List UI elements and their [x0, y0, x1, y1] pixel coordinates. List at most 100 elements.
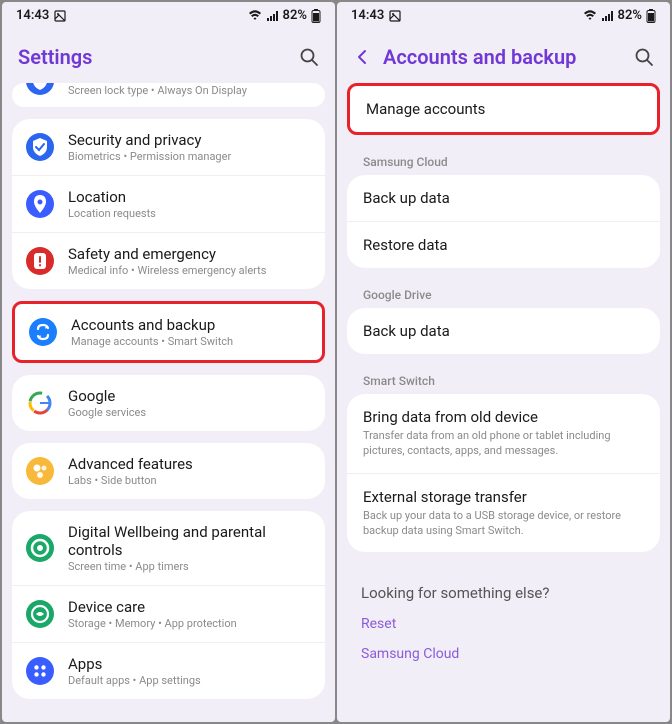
- section-label: Samsung Cloud: [347, 147, 660, 175]
- settings-item[interactable]: Advanced featuresLabs • Side button: [12, 443, 325, 499]
- signal-icon: [266, 10, 279, 21]
- item-title: Security and privacy: [68, 131, 311, 149]
- settings-item[interactable]: LocationLocation requests: [12, 175, 325, 232]
- footer-link[interactable]: Samsung Cloud: [361, 646, 646, 662]
- item-text: Advanced featuresLabs • Side button: [68, 455, 311, 487]
- settings-item[interactable]: GoogleGoogle services: [12, 375, 325, 431]
- item-title: Digital Wellbeing and parental controls: [68, 523, 311, 559]
- section-label: Smart Switch: [347, 366, 660, 394]
- settings-item[interactable]: Security and privacyBiometrics • Permiss…: [12, 119, 325, 175]
- alert-icon: [26, 247, 54, 275]
- item-title: Device care: [68, 598, 311, 616]
- item-text: Device careStorage • Memory • App protec…: [68, 598, 311, 630]
- item-subtitle: Default apps • App settings: [68, 674, 311, 687]
- list-item-title: Bring data from old device: [363, 408, 644, 426]
- item-title: Apps: [68, 655, 311, 673]
- list-item[interactable]: Bring data from old device Transfer data …: [347, 394, 660, 473]
- page-title: Accounts and backup: [383, 45, 576, 69]
- item-title: Location: [68, 188, 311, 206]
- list-group: Back up data: [347, 308, 660, 354]
- settings-screen: 14:43 82% Settings Screen lock type • Al…: [2, 2, 335, 722]
- settings-group: Digital Wellbeing and parental controlsS…: [12, 511, 325, 699]
- wifi-icon: [248, 10, 262, 21]
- list-item-title: Back up data: [363, 322, 644, 340]
- settings-group: Security and privacyBiometrics • Permiss…: [12, 119, 325, 289]
- header: Settings: [2, 27, 335, 83]
- list-item[interactable]: Manage accounts: [350, 86, 657, 132]
- section-label: Google Drive: [347, 280, 660, 308]
- wellbeing-icon: [26, 534, 54, 562]
- item-title: Safety and emergency: [68, 245, 311, 263]
- search-icon[interactable]: [634, 47, 654, 67]
- list-group: Manage accounts: [347, 83, 660, 135]
- header: Accounts and backup: [337, 27, 670, 83]
- list-item[interactable]: Restore data: [347, 221, 660, 268]
- item-subtitle: Biometrics • Permission manager: [68, 150, 311, 163]
- settings-item[interactable]: AppsDefault apps • App settings: [12, 642, 325, 699]
- item-text: Screen lock type • Always On Display: [68, 83, 311, 97]
- accounts-backup-screen: 14:43 82% Accounts and backup Manage acc…: [337, 2, 670, 722]
- settings-item[interactable]: Safety and emergencyMedical info • Wirel…: [12, 232, 325, 289]
- settings-item[interactable]: Accounts and backupManage accounts • Sma…: [15, 304, 322, 360]
- footer-section: Looking for something else? Reset Samsung …: [347, 564, 660, 688]
- settings-item[interactable]: Device careStorage • Memory • App protec…: [12, 585, 325, 642]
- status-image-icon: [54, 10, 66, 22]
- item-text: Safety and emergencyMedical info • Wirel…: [68, 245, 311, 277]
- page-title: Settings: [18, 45, 92, 69]
- status-bar: 14:43 82%: [337, 2, 670, 27]
- battery-icon: [646, 9, 656, 23]
- item-title: Google: [68, 387, 311, 405]
- footer-link[interactable]: Reset: [361, 616, 646, 632]
- item-text: Digital Wellbeing and parental controlsS…: [68, 523, 311, 573]
- list-item[interactable]: Back up data: [347, 175, 660, 221]
- item-subtitle: Medical info • Wireless emergency alerts: [68, 264, 311, 277]
- item-text: GoogleGoogle services: [68, 387, 311, 419]
- list-item[interactable]: External storage transfer Back up your da…: [347, 473, 660, 553]
- battery-icon: [311, 9, 321, 23]
- settings-item[interactable]: Digital Wellbeing and parental controlsS…: [12, 511, 325, 585]
- item-text: LocationLocation requests: [68, 188, 311, 220]
- status-time: 14:43: [16, 8, 49, 23]
- item-subtitle: Location requests: [68, 207, 311, 220]
- settings-list: Screen lock type • Always On Display Secu…: [2, 83, 335, 722]
- list-item-title: Back up data: [363, 189, 644, 207]
- device-icon: [26, 600, 54, 628]
- list-item-title: External storage transfer: [363, 488, 644, 506]
- google-icon: [26, 389, 54, 417]
- settings-group: Accounts and backupManage accounts • Sma…: [12, 301, 325, 363]
- item-text: AppsDefault apps • App settings: [68, 655, 311, 687]
- settings-group: GoogleGoogle services: [12, 375, 325, 431]
- item-title: Accounts and backup: [71, 316, 308, 334]
- settings-group: Advanced featuresLabs • Side button: [12, 443, 325, 499]
- list-item-subtitle: Transfer data from an old phone or table…: [363, 429, 644, 459]
- item-subtitle: Screen lock type • Always On Display: [68, 84, 311, 97]
- accounts-list: Manage accountsSamsung CloudBack up data…: [337, 83, 670, 722]
- list-group: Back up data Restore data: [347, 175, 660, 268]
- item-title: Advanced features: [68, 455, 311, 473]
- back-icon[interactable]: [353, 48, 371, 66]
- battery-percent: 82%: [283, 8, 307, 23]
- wifi-icon: [583, 10, 597, 21]
- features-icon: [26, 457, 54, 485]
- item-subtitle: Google services: [68, 406, 311, 419]
- settings-group: Screen lock type • Always On Display: [12, 83, 325, 107]
- apps-icon: [26, 657, 54, 685]
- footer-heading: Looking for something else?: [361, 584, 646, 602]
- status-time: 14:43: [351, 8, 384, 23]
- item-text: Security and privacyBiometrics • Permiss…: [68, 131, 311, 163]
- item-subtitle: Labs • Side button: [68, 474, 311, 487]
- item-subtitle: Storage • Memory • App protection: [68, 617, 311, 630]
- list-item-title: Manage accounts: [366, 100, 641, 118]
- list-item-subtitle: Back up your data to a USB storage devic…: [363, 509, 644, 539]
- shield-icon: [26, 83, 54, 95]
- search-icon[interactable]: [299, 47, 319, 67]
- list-item[interactable]: Back up data: [347, 308, 660, 354]
- list-item-title: Restore data: [363, 236, 644, 254]
- status-bar: 14:43 82%: [2, 2, 335, 27]
- shield-check-icon: [26, 133, 54, 161]
- item-subtitle: Manage accounts • Smart Switch: [71, 335, 308, 348]
- signal-icon: [601, 10, 614, 21]
- item-subtitle: Screen time • App timers: [68, 560, 311, 573]
- status-image-icon: [389, 10, 401, 22]
- settings-item[interactable]: Screen lock type • Always On Display: [12, 83, 325, 107]
